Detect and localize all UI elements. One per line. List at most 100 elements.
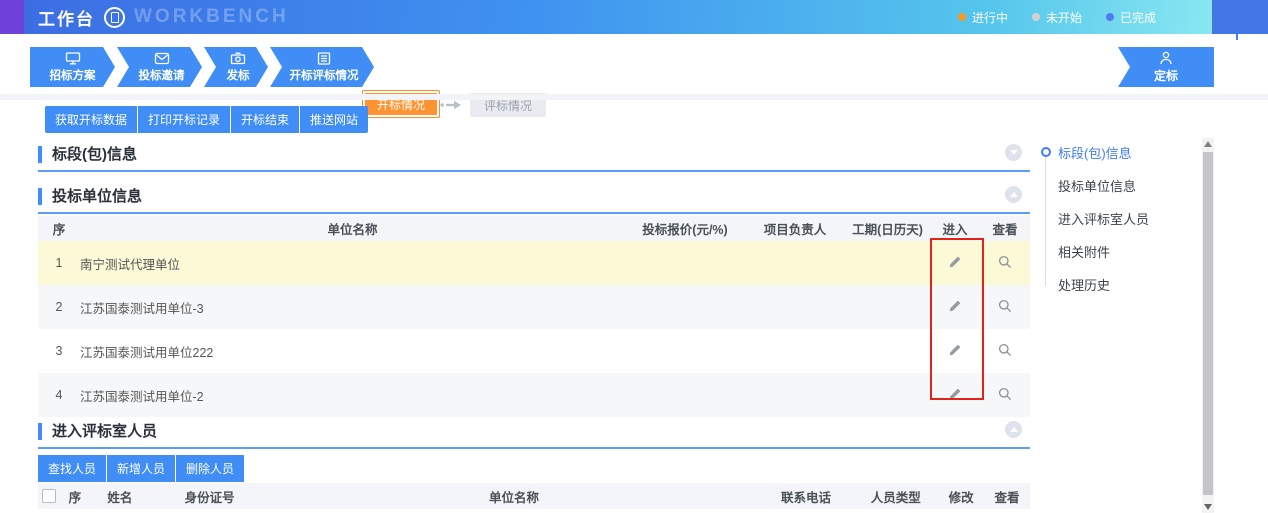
step-label: 开标评标情况 <box>290 67 359 83</box>
cell-unit-name: 江苏国泰测试用单位222 <box>80 342 625 361</box>
nav-label: 进入评标室人员 <box>1058 209 1149 228</box>
step-open-eval-status[interactable]: 开标评标情况 <box>270 47 374 87</box>
nav-item-attachments[interactable]: 相关附件 <box>1040 235 1190 268</box>
nav-item-evaluation-room[interactable]: 进入评标室人员 <box>1040 202 1190 235</box>
col-project-manager: 项目负责人 <box>745 219 845 238</box>
section-underline <box>38 212 1030 214</box>
app-title: 工作台 <box>38 5 95 30</box>
collapse-section-room-button[interactable] <box>1005 421 1022 438</box>
add-person-button[interactable]: 新增人员 <box>107 455 175 482</box>
nav-item-bidder-info[interactable]: 投标单位信息 <box>1040 169 1190 202</box>
col-view: 查看 <box>984 487 1030 506</box>
section-evaluation-room: 进入评标室人员 <box>38 423 1030 449</box>
view-button[interactable] <box>998 343 1012 357</box>
section-package-info: 标段(包)信息 <box>38 146 1030 172</box>
magnifier-icon <box>998 255 1012 269</box>
pencil-icon <box>948 343 962 357</box>
toolbar-divider <box>0 94 1268 100</box>
legend-in-progress-label: 进行中 <box>972 9 1008 26</box>
pencil-icon <box>948 299 962 313</box>
active-dot-icon <box>1041 147 1051 157</box>
monitor-icon <box>65 52 81 65</box>
person-table-header: 序 姓名 身份证号 单位名称 联系电话 人员类型 修改 查看 <box>38 483 1030 509</box>
status-legend: 进行中 未开始 已完成 <box>958 0 1156 34</box>
view-button[interactable] <box>998 299 1012 313</box>
scroll-up-arrow-icon[interactable] <box>1204 141 1212 147</box>
col-id-number: 身份证号 <box>150 487 270 506</box>
bidder-table-header: 序 单位名称 投标报价(元/%) 项目负责人 工期(日历天) 进入 查看 <box>38 216 1030 241</box>
fetch-open-bid-data-button[interactable]: 获取开标数据 <box>45 106 137 133</box>
mail-icon <box>154 52 170 65</box>
print-open-bid-record-button[interactable]: 打印开标记录 <box>138 106 230 133</box>
cell-unit-name: 江苏国泰测试用单位-2 <box>80 386 625 405</box>
collapse-section-bidder-button[interactable] <box>1005 186 1022 203</box>
anchor-nav: 标段(包)信息 投标单位信息 进入评标室人员 相关附件 处理历史 <box>1040 136 1190 301</box>
col-bid-price: 投标报价(元/%) <box>625 219 745 238</box>
step-bid-invitation[interactable]: 投标邀请 <box>117 47 202 87</box>
table-row[interactable]: 2 江苏国泰测试用单位-3 <box>38 285 1030 329</box>
person-icon <box>1158 51 1174 65</box>
nav-label: 处理历史 <box>1058 275 1110 294</box>
table-row[interactable]: 3 江苏国泰测试用单位222 <box>38 329 1030 373</box>
col-phone: 联系电话 <box>759 487 854 506</box>
nav-item-package-info[interactable]: 标段(包)信息 <box>1040 136 1190 169</box>
nav-label: 投标单位信息 <box>1058 176 1136 195</box>
open-bid-actions: 获取开标数据 打印开标记录 开标结束 推送网站 <box>45 106 368 133</box>
col-modify: 修改 <box>938 487 984 506</box>
brand: 工作台 WORKBENCH <box>38 0 289 34</box>
chevron-down-icon <box>1010 150 1018 155</box>
legend-not-started-label: 未开始 <box>1046 9 1082 26</box>
bidder-table: 序 单位名称 投标报价(元/%) 项目负责人 工期(日历天) 进入 查看 1 南… <box>38 216 1030 417</box>
pencil-icon <box>948 255 962 269</box>
collapse-section-package-button[interactable] <box>1005 144 1022 161</box>
step-label: 定标 <box>1154 67 1178 84</box>
table-row[interactable]: 4 江苏国泰测试用单位-2 <box>38 373 1030 417</box>
cell-unit-name: 江苏国泰测试用单位-3 <box>80 298 625 317</box>
scrollbar-thumb[interactable] <box>1203 152 1213 495</box>
view-button[interactable] <box>998 255 1012 269</box>
person-actions: 查找人员 新增人员 删除人员 <box>38 455 244 482</box>
col-seq: 序 <box>60 487 90 506</box>
vertical-scrollbar[interactable] <box>1202 138 1214 513</box>
scroll-down-arrow-icon[interactable] <box>1204 504 1212 510</box>
step-bid-plan[interactable]: 招标方案 <box>30 47 115 87</box>
app-header: 工作台 WORKBENCH 进行中 未开始 已完成 <box>0 0 1268 34</box>
process-toolbar: 招标方案 投标邀请 发标 开标评标情况 <box>0 40 1268 95</box>
table-row[interactable]: 1 南宁测试代理单位 <box>38 241 1030 285</box>
col-view: 查看 <box>980 219 1030 238</box>
legend-not-started: 未开始 <box>1032 9 1082 26</box>
enter-edit-button[interactable] <box>948 387 962 401</box>
section-title: 标段(包)信息 <box>38 146 1030 163</box>
enter-edit-button[interactable] <box>948 255 962 269</box>
step-label: 发标 <box>227 67 250 83</box>
cell-seq: 3 <box>38 344 80 358</box>
section-underline <box>38 170 1030 172</box>
app-subtitle: WORKBENCH <box>134 6 289 28</box>
camera-icon <box>230 52 246 65</box>
col-seq: 序 <box>38 219 80 238</box>
step-issue-bid[interactable]: 发标 <box>204 47 268 87</box>
step-label: 招标方案 <box>50 67 96 83</box>
section-title: 投标单位信息 <box>38 188 1030 205</box>
delete-person-button[interactable]: 删除人员 <box>176 455 244 482</box>
workbench-logo-icon <box>104 7 125 28</box>
end-open-bid-button[interactable]: 开标结束 <box>231 106 299 133</box>
step-award-bid[interactable]: 定标 <box>1118 47 1214 87</box>
chevron-up-icon <box>1010 192 1018 197</box>
legend-in-progress: 进行中 <box>958 9 1008 26</box>
section-title: 进入评标室人员 <box>38 423 1030 440</box>
select-all-checkbox[interactable] <box>42 489 56 503</box>
col-unit-name: 单位名称 <box>80 219 625 238</box>
nav-item-history[interactable]: 处理历史 <box>1040 268 1190 301</box>
section-bidder-info: 投标单位信息 <box>38 188 1030 214</box>
col-enter: 进入 <box>930 219 980 238</box>
enter-edit-button[interactable] <box>948 299 962 313</box>
view-button[interactable] <box>998 387 1012 401</box>
chevron-up-icon <box>1010 427 1018 432</box>
push-to-website-button[interactable]: 推送网站 <box>300 106 368 133</box>
find-person-button[interactable]: 查找人员 <box>38 455 106 482</box>
enter-edit-button[interactable] <box>948 343 962 357</box>
cell-seq: 4 <box>38 388 80 402</box>
magnifier-icon <box>998 343 1012 357</box>
nav-label: 标段(包)信息 <box>1058 143 1132 162</box>
